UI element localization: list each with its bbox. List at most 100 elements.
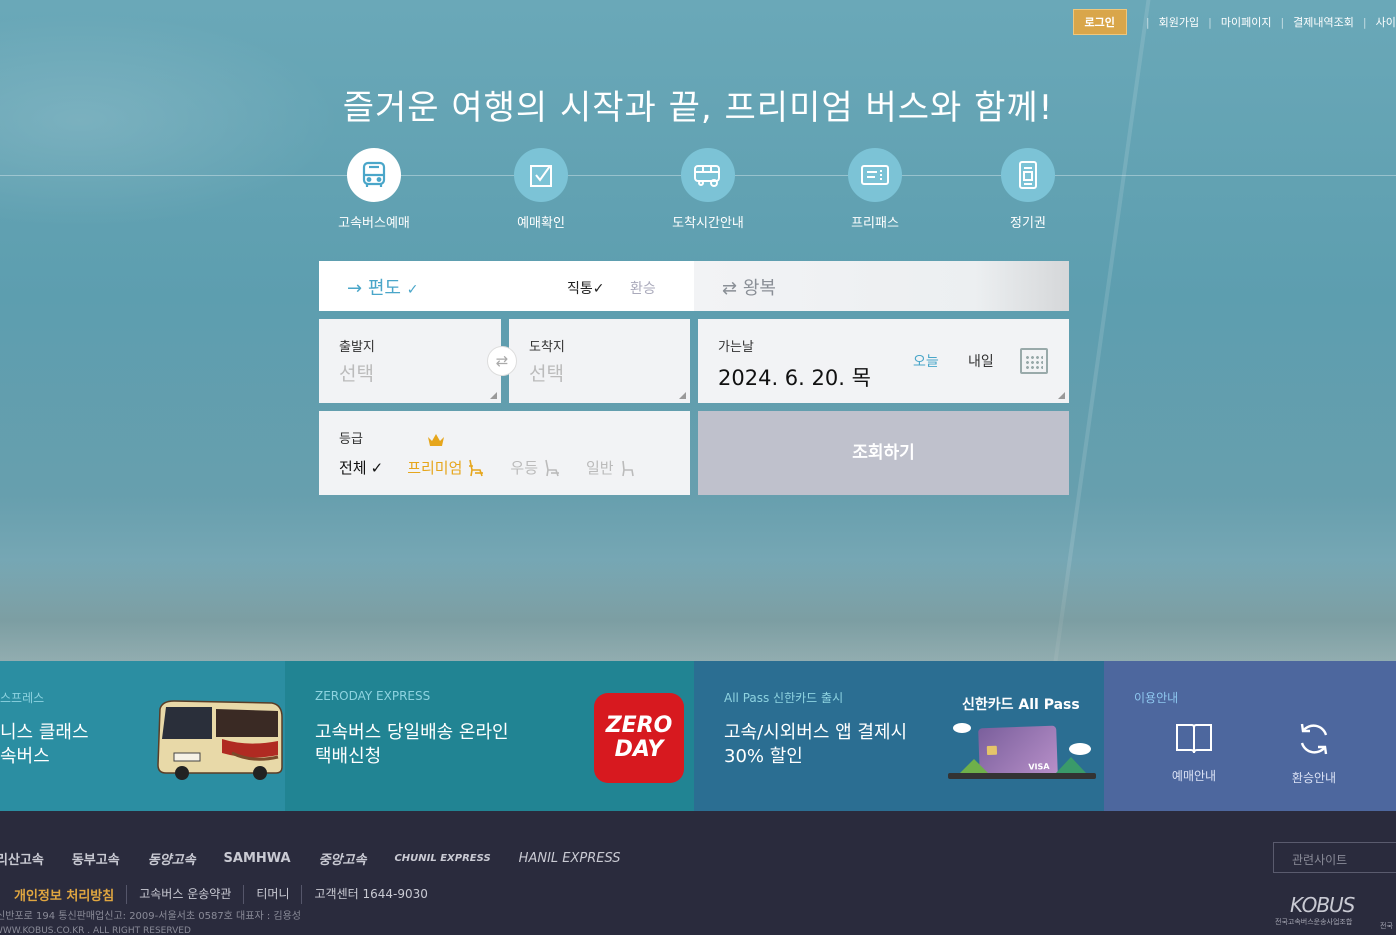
season-pass-icon (1001, 148, 1055, 202)
login-button[interactable]: 로그인 (1072, 9, 1127, 35)
kobus-association-name: 전국고속버스운송사업조합 (1275, 918, 1353, 926)
arrival-select[interactable]: 도착지 선택 (509, 319, 690, 403)
menu-item-bus-reservation[interactable]: 고속버스예매 (314, 148, 434, 231)
search-button[interactable]: 조회하기 (698, 411, 1069, 495)
menu-item-label: 고속버스예매 (338, 216, 410, 231)
swap-arrows-icon: ⇄ (722, 278, 738, 299)
card-title: 신한카드 All Pass (962, 697, 1080, 713)
direct-label: 직통 (567, 281, 593, 297)
grade-select: 등급 전체 ✓ 프리미엄 우등 일반 (319, 411, 690, 495)
company-address: 신반포로 194 통신판매업신고: 2009-서울서초 0587호 대표자 : … (0, 911, 301, 922)
sitemap-link[interactable]: 사이트 (1376, 14, 1396, 30)
divider: | (1208, 15, 1212, 29)
related-sites-select[interactable]: 관련사이트 (1273, 842, 1396, 873)
promo-tile-usage-guide: 이용안내 예매안내 환승안내 (1104, 661, 1396, 811)
tile-text: 고속버스 당일배송 온라인 택배신청 (315, 722, 509, 767)
signup-link[interactable]: 회원가입 (1159, 14, 1199, 30)
mountain-icon (960, 759, 988, 773)
calendar-icon[interactable] (1020, 348, 1048, 374)
divider: | (1145, 15, 1150, 29)
dropdown-corner-icon (679, 392, 686, 399)
zeroday-logo: ZERO DAY (594, 693, 684, 783)
grade-all-label: 전체 (339, 459, 367, 477)
book-icon (1176, 724, 1212, 754)
company-logo[interactable]: HANIL EXPRESS (519, 851, 621, 866)
company-logo[interactable]: CHUNIL EXPRESS (394, 853, 490, 864)
transfer-option[interactable]: 환승 (630, 278, 656, 298)
grade-label: 등급 (339, 432, 363, 447)
oneway-label: 편도 (367, 278, 401, 299)
check-icon: ✓ (370, 458, 384, 477)
company-logo[interactable]: SAMHWA (224, 851, 291, 866)
grade-excellent-option[interactable]: 우등 (510, 457, 562, 478)
arrival-label: 도착지 (529, 340, 565, 355)
trip-type-roundtrip-panel[interactable]: ⇄ 왕복 (694, 261, 1069, 311)
bus-image-icon (157, 700, 283, 780)
ticket-icon (848, 148, 902, 202)
today-button[interactable]: 오늘 (913, 351, 939, 371)
terms-link[interactable]: 고속버스 운송약관 (126, 885, 243, 904)
reservation-guide-link[interactable]: 예매안내 (1154, 721, 1234, 784)
arrival-bus-icon (681, 148, 735, 202)
refresh-icon (1300, 723, 1328, 755)
departure-label: 출발지 (339, 340, 375, 355)
roundtrip-toggle[interactable]: ⇄ 왕복 (722, 274, 776, 300)
company-logo[interactable]: 동양고속 (148, 849, 196, 868)
card-brand: VISA (1028, 761, 1050, 772)
copyright: WWW.KOBUS.CO.KR . ALL RIGHT RESERVED (0, 926, 191, 935)
premium-seat-icon (469, 459, 484, 476)
grade-options: 전체 ✓ 프리미엄 우등 일반 (339, 434, 662, 478)
tmoney-link[interactable]: 티머니 (243, 885, 301, 904)
tile-kicker: ZERODAY EXPRESS (315, 689, 431, 703)
arrival-value: 선택 (529, 363, 564, 385)
zeroday-logo-line1: ZERO (605, 713, 673, 738)
transfer-guide-link[interactable]: 환승안내 (1274, 721, 1354, 786)
tile-text: 니스 클래스 속버스 (0, 722, 89, 767)
grade-all-option[interactable]: 전체 ✓ (339, 457, 383, 478)
footer: 리산고속 동부고속 동양고속 SAMHWA 중앙고속 CHUNIL EXPRES… (0, 811, 1396, 935)
promo-tile-allpass-card[interactable]: All Pass 신한카드 출시 고속/시외버스 앱 결제시 30% 할인 신한… (694, 661, 1104, 811)
oneway-toggle[interactable]: → 편도 ✓ (347, 274, 418, 300)
tile-kicker: All Pass 신한카드 출시 (724, 691, 844, 705)
tile-kicker: 이용안내 (1134, 691, 1179, 705)
departure-select[interactable]: 출발지 선택 (319, 319, 501, 403)
bus-company-logos: 리산고속 동부고속 동양고속 SAMHWA 중앙고속 CHUNIL EXPRES… (0, 849, 621, 868)
company-logo[interactable]: 리산고속 (0, 849, 44, 868)
normal-seat-icon (621, 460, 634, 476)
card-chip-icon (986, 745, 998, 756)
company-logo[interactable]: 동부고속 (72, 849, 120, 868)
grade-premium-option[interactable]: 프리미엄 (407, 434, 486, 478)
date-label: 가는날 (718, 340, 754, 355)
promo-tile-zeroday[interactable]: ZERODAY EXPRESS 고속버스 당일배송 온라인 택배신청 ZERO … (285, 661, 694, 811)
date-select[interactable]: 가는날 2024. 6. 20. 목 오늘 내일 (698, 319, 1069, 403)
grade-normal-option[interactable]: 일반 (586, 457, 638, 478)
menu-item-arrival-time[interactable]: 도착시간안내 (648, 148, 768, 231)
transfer-guide-label: 환승안내 (1291, 771, 1337, 785)
company-logo[interactable]: 중앙고속 (319, 849, 367, 868)
zeroday-logo-line2: DAY (614, 737, 664, 762)
tile-kicker: 스프레스 (0, 691, 45, 705)
promo-tile-business-class[interactable]: 스프레스 니스 클래스 속버스 (0, 661, 285, 811)
menu-item-label: 도착시간안내 (672, 216, 744, 231)
footer-links: 개인정보 처리방침 고속버스 운송약관 티머니 고객센터 1644-9030 (0, 885, 440, 904)
menu-item-season-pass[interactable]: 정기권 (968, 148, 1088, 231)
grade-excellent-label: 우등 (510, 459, 538, 477)
cloud-icon (1069, 743, 1091, 755)
payments-link[interactable]: 결제내역조회 (1293, 14, 1354, 30)
swap-stations-button[interactable]: ⇄ (487, 346, 517, 376)
check-icon: ✓ (406, 282, 419, 298)
direct-option[interactable]: 직통✓ (567, 278, 605, 298)
grade-normal-label: 일반 (586, 459, 614, 477)
menu-item-freepass[interactable]: 프리패스 (815, 148, 935, 231)
check-icon: ✓ (592, 281, 605, 297)
menu-item-label: 예매확인 (517, 216, 565, 231)
menu-item-reservation-check[interactable]: 예매확인 (481, 148, 601, 231)
crown-icon (427, 433, 445, 451)
bus-icon (347, 148, 401, 202)
tomorrow-button[interactable]: 내일 (968, 351, 994, 371)
promo-tiles: 스프레스 니스 클래스 속버스 ZERODAY EXPRESS 고속버스 당일배… (0, 661, 1396, 811)
mypage-link[interactable]: 마이페이지 (1221, 14, 1272, 30)
privacy-policy-link[interactable]: 개인정보 처리방침 (0, 885, 126, 904)
dropdown-corner-icon (1058, 392, 1065, 399)
cloud-icon (953, 723, 971, 733)
